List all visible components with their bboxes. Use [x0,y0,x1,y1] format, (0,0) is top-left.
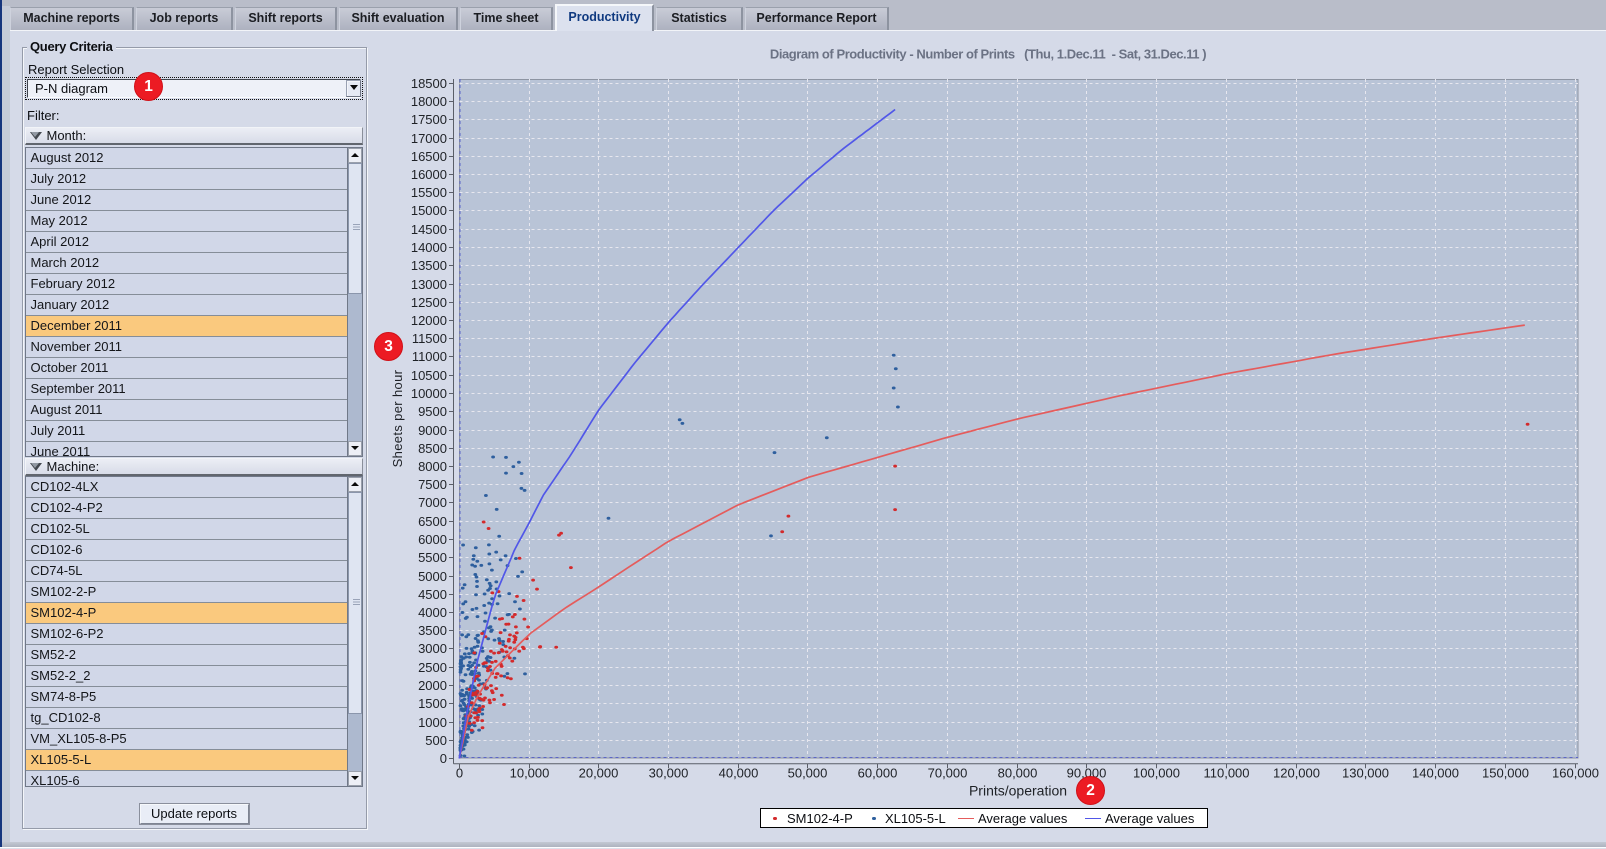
svg-text:14000: 14000 [411,240,447,255]
svg-text:2500: 2500 [418,660,447,675]
svg-text:9500: 9500 [418,404,447,419]
svg-text:8000: 8000 [418,459,447,474]
svg-text:70,000: 70,000 [928,766,968,781]
svg-text:7500: 7500 [418,477,447,492]
svg-text:130,000: 130,000 [1342,766,1389,781]
svg-text:15500: 15500 [411,185,447,200]
svg-text:150,000: 150,000 [1482,766,1529,781]
svg-text:12000: 12000 [411,313,447,328]
svg-text:11000: 11000 [412,349,447,364]
svg-text:11500: 11500 [412,331,447,346]
svg-text:5500: 5500 [418,550,447,565]
svg-text:13500: 13500 [411,258,447,273]
svg-text:40,000: 40,000 [719,766,759,781]
svg-text:18500: 18500 [411,76,447,91]
svg-text:4500: 4500 [418,587,447,602]
svg-text:120,000: 120,000 [1273,766,1320,781]
svg-text:10000: 10000 [411,386,447,401]
svg-text:80,000: 80,000 [998,766,1038,781]
svg-text:6000: 6000 [418,532,447,547]
svg-text:140,000: 140,000 [1412,766,1459,781]
svg-text:0: 0 [456,766,463,781]
svg-text:60,000: 60,000 [858,766,898,781]
svg-text:6500: 6500 [418,514,447,529]
svg-text:20,000: 20,000 [579,766,619,781]
svg-text:50,000: 50,000 [788,766,828,781]
svg-text:1500: 1500 [418,696,447,711]
svg-text:14500: 14500 [411,222,447,237]
svg-text:16000: 16000 [411,167,447,182]
svg-text:17000: 17000 [411,131,447,146]
svg-text:1000: 1000 [418,715,447,730]
svg-text:Diagram of Productivity - Numb: Diagram of Productivity - Number of Prin… [770,47,1206,62]
svg-text:10,000: 10,000 [510,766,550,781]
svg-text:12500: 12500 [411,295,447,310]
svg-text:2000: 2000 [418,678,447,693]
svg-text:5000: 5000 [418,569,447,584]
svg-text:0: 0 [440,751,447,766]
svg-text:4000: 4000 [418,605,447,620]
svg-text:16500: 16500 [411,149,447,164]
svg-text:7000: 7000 [418,495,447,510]
svg-text:15000: 15000 [411,203,447,218]
svg-text:3000: 3000 [418,641,447,656]
svg-text:18000: 18000 [411,94,447,109]
svg-text:9000: 9000 [418,423,447,438]
svg-text:30,000: 30,000 [649,766,689,781]
svg-text:3500: 3500 [418,623,447,638]
svg-text:17500: 17500 [411,112,447,127]
svg-text:Sheets per hour: Sheets per hour [390,369,405,467]
svg-text:500: 500 [425,733,447,748]
svg-text:100,000: 100,000 [1133,766,1180,781]
svg-text:Prints/operation: Prints/operation [969,783,1067,799]
svg-text:13000: 13000 [411,277,447,292]
svg-text:110,000: 110,000 [1203,766,1249,781]
svg-text:8500: 8500 [418,441,447,456]
svg-text:160,000: 160,000 [1552,766,1599,781]
svg-text:10500: 10500 [411,368,447,383]
